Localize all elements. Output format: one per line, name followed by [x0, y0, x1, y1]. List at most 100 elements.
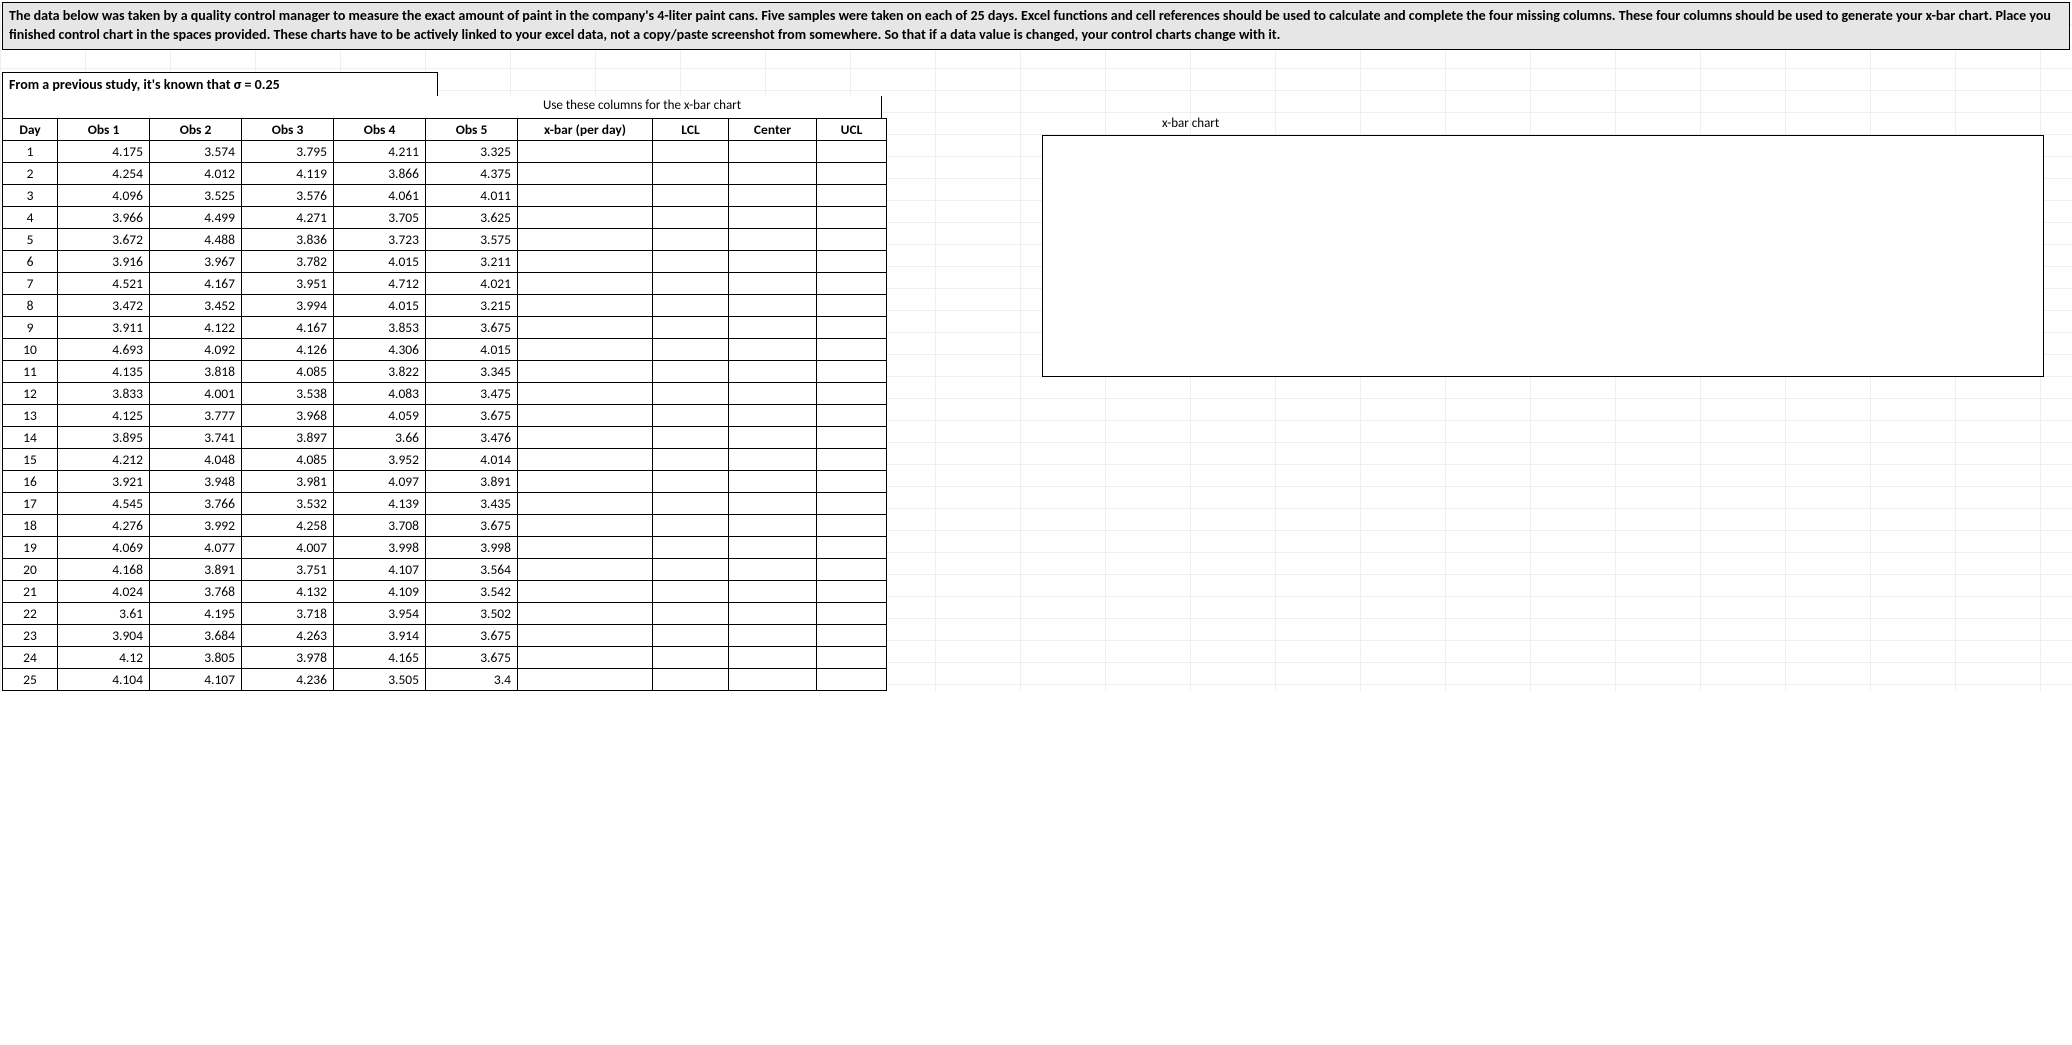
cell[interactable]: 4.211 [334, 140, 426, 162]
cell[interactable]: 3.795 [242, 140, 334, 162]
cell[interactable] [729, 580, 817, 602]
cell[interactable] [518, 448, 653, 470]
cell[interactable]: 3.542 [426, 580, 518, 602]
cell[interactable]: 11 [3, 360, 58, 382]
cell[interactable]: 3.675 [426, 514, 518, 536]
cell[interactable] [518, 602, 653, 624]
cell[interactable]: 4.306 [334, 338, 426, 360]
cell[interactable]: 4.122 [150, 316, 242, 338]
cell[interactable] [817, 316, 887, 338]
cell[interactable]: 3 [3, 184, 58, 206]
table-row[interactable]: 63.9163.9673.7824.0153.211 [3, 250, 887, 272]
cell[interactable]: 4.125 [58, 404, 150, 426]
cell[interactable]: 4.132 [242, 580, 334, 602]
cell[interactable] [653, 162, 729, 184]
cell[interactable]: 3.672 [58, 228, 150, 250]
cell[interactable] [729, 646, 817, 668]
cell[interactable]: 3.866 [334, 162, 426, 184]
table-row[interactable]: 223.614.1953.7183.9543.502 [3, 602, 887, 624]
cell[interactable]: 21 [3, 580, 58, 602]
cell[interactable]: 4.077 [150, 536, 242, 558]
cell[interactable]: 3.853 [334, 316, 426, 338]
cell[interactable] [653, 536, 729, 558]
cell[interactable]: 3.992 [150, 514, 242, 536]
cell[interactable] [729, 382, 817, 404]
cell[interactable]: 3.904 [58, 624, 150, 646]
cell[interactable] [518, 250, 653, 272]
cell[interactable] [518, 558, 653, 580]
table-row[interactable]: 104.6934.0924.1264.3064.015 [3, 338, 887, 360]
cell[interactable] [518, 624, 653, 646]
xbar-chart-placeholder[interactable] [1042, 135, 2044, 377]
cell[interactable] [518, 272, 653, 294]
cell[interactable]: 3.718 [242, 602, 334, 624]
cell[interactable] [729, 228, 817, 250]
cell[interactable]: 3.525 [150, 184, 242, 206]
table-row[interactable]: 134.1253.7773.9684.0593.675 [3, 404, 887, 426]
cell[interactable]: 3.532 [242, 492, 334, 514]
cell[interactable]: 4.119 [242, 162, 334, 184]
cell[interactable] [653, 184, 729, 206]
cell[interactable]: 8 [3, 294, 58, 316]
cell[interactable]: 3.998 [334, 536, 426, 558]
cell[interactable]: 7 [3, 272, 58, 294]
cell[interactable] [518, 206, 653, 228]
cell[interactable]: 9 [3, 316, 58, 338]
cell[interactable] [653, 580, 729, 602]
cell[interactable] [817, 294, 887, 316]
cell[interactable]: 4.167 [242, 316, 334, 338]
table-row[interactable]: 43.9664.4994.2713.7053.625 [3, 206, 887, 228]
table-row[interactable]: 254.1044.1074.2363.5053.4 [3, 668, 887, 690]
cell[interactable]: 17 [3, 492, 58, 514]
cell[interactable]: 4.165 [334, 646, 426, 668]
cell[interactable]: 4.085 [242, 448, 334, 470]
cell[interactable]: 4.126 [242, 338, 334, 360]
table-row[interactable]: 163.9213.9483.9814.0973.891 [3, 470, 887, 492]
cell[interactable]: 3.452 [150, 294, 242, 316]
cell[interactable]: 3.952 [334, 448, 426, 470]
cell[interactable] [518, 536, 653, 558]
cell[interactable] [817, 272, 887, 294]
cell[interactable]: 4 [3, 206, 58, 228]
cell[interactable]: 4.104 [58, 668, 150, 690]
cell[interactable] [729, 140, 817, 162]
cell[interactable]: 4.139 [334, 492, 426, 514]
cell[interactable] [653, 426, 729, 448]
cell[interactable] [518, 580, 653, 602]
cell[interactable] [653, 206, 729, 228]
cell[interactable]: 3.575 [426, 228, 518, 250]
cell[interactable] [729, 536, 817, 558]
cell[interactable]: 3.564 [426, 558, 518, 580]
cell[interactable] [653, 228, 729, 250]
cell[interactable]: 4.107 [150, 668, 242, 690]
cell[interactable]: 3.897 [242, 426, 334, 448]
cell[interactable] [817, 624, 887, 646]
cell[interactable]: 20 [3, 558, 58, 580]
cell[interactable] [518, 668, 653, 690]
cell[interactable] [729, 184, 817, 206]
cell[interactable] [518, 162, 653, 184]
cell[interactable] [653, 140, 729, 162]
cell[interactable]: 3.966 [58, 206, 150, 228]
cell[interactable]: 3.538 [242, 382, 334, 404]
cell[interactable]: 3.505 [334, 668, 426, 690]
cell[interactable]: 25 [3, 668, 58, 690]
cell[interactable] [817, 602, 887, 624]
cell[interactable] [653, 470, 729, 492]
cell[interactable] [817, 668, 887, 690]
cell[interactable] [518, 404, 653, 426]
cell[interactable]: 3.741 [150, 426, 242, 448]
cell[interactable] [653, 558, 729, 580]
cell[interactable] [817, 536, 887, 558]
cell[interactable]: 4.015 [426, 338, 518, 360]
cell[interactable] [817, 646, 887, 668]
cell[interactable] [817, 206, 887, 228]
cell[interactable]: 3.914 [334, 624, 426, 646]
cell[interactable] [729, 624, 817, 646]
cell[interactable] [653, 646, 729, 668]
table-row[interactable]: 143.8953.7413.8973.663.476 [3, 426, 887, 448]
cell[interactable]: 4.12 [58, 646, 150, 668]
cell[interactable]: 3.675 [426, 624, 518, 646]
cell[interactable] [729, 316, 817, 338]
cell[interactable]: 3.625 [426, 206, 518, 228]
